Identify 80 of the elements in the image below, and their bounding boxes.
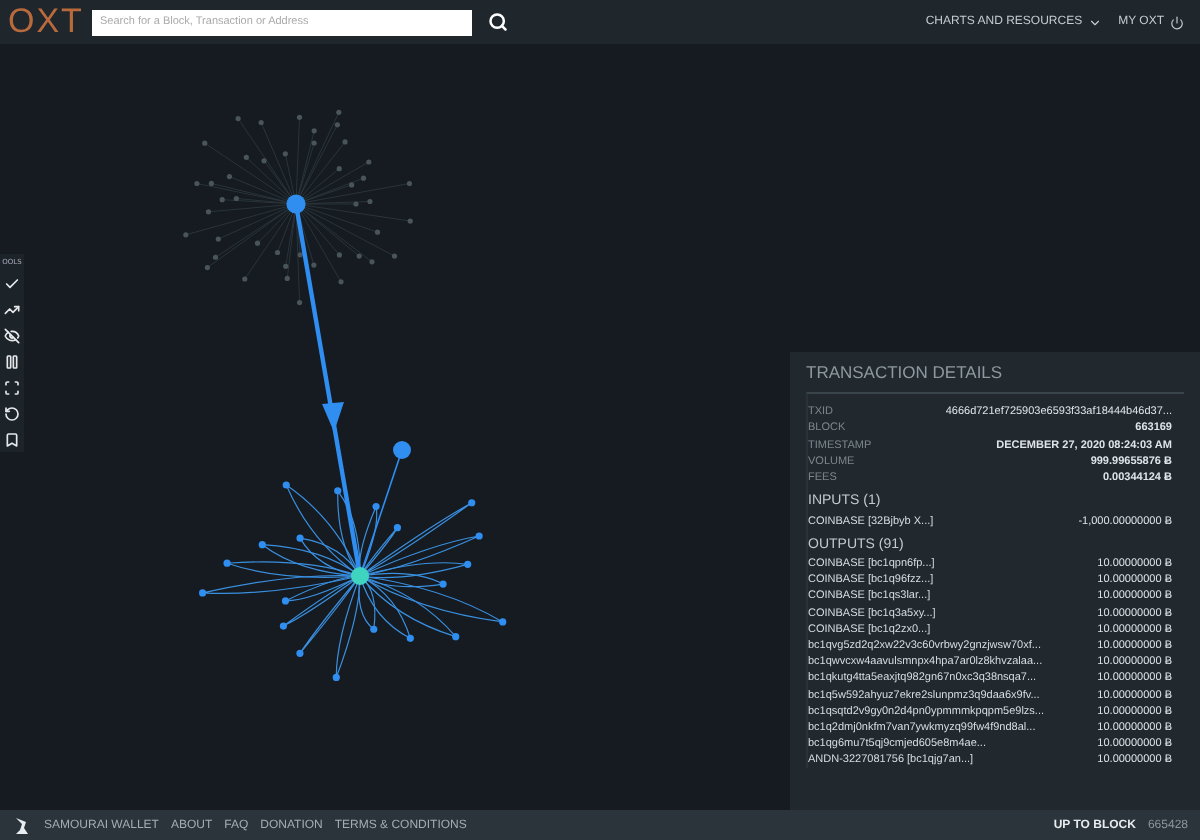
graph-node[interactable]	[407, 218, 413, 224]
graph-node[interactable]	[243, 154, 249, 160]
graph-node[interactable]	[233, 195, 239, 202]
graph-node[interactable]	[296, 649, 304, 657]
graph-node[interactable]	[374, 229, 381, 235]
graph-node[interactable]	[296, 114, 303, 120]
graph-node[interactable]	[281, 597, 290, 605]
graph-node[interactable]	[242, 276, 248, 282]
graph-node[interactable]	[336, 252, 343, 258]
graph-node[interactable]	[284, 275, 290, 282]
graph-node[interactable]	[370, 625, 378, 633]
graph-node[interactable]	[351, 567, 369, 585]
pause-tool-icon[interactable]	[4, 354, 20, 370]
graph-node[interactable]	[468, 499, 476, 507]
graph-node[interactable]	[226, 173, 233, 180]
graph-node[interactable]	[296, 299, 303, 306]
graph-node[interactable]	[338, 279, 344, 285]
power-icon	[1170, 15, 1184, 29]
graph-node[interactable]	[336, 109, 342, 115]
graph-node[interactable]	[336, 166, 342, 172]
graph-node[interactable]	[334, 487, 342, 495]
graph-node[interactable]	[282, 151, 288, 157]
graph-node[interactable]	[311, 140, 317, 146]
graph-node[interactable]	[235, 115, 241, 122]
graph-node[interactable]	[215, 236, 221, 242]
panel-title: TRANSACTION DETAILS	[806, 362, 1005, 382]
graph-node[interactable]	[286, 194, 306, 214]
graph-node[interactable]	[208, 180, 214, 187]
search-icon[interactable]	[488, 12, 508, 32]
graph-node[interactable]	[296, 534, 304, 542]
check-tool-icon[interactable]	[4, 276, 20, 292]
graph-node[interactable]	[499, 618, 507, 626]
graph-node[interactable]	[406, 180, 413, 187]
graph-node[interactable]	[254, 240, 261, 246]
graph-node[interactable]	[223, 559, 231, 567]
graph-node[interactable]	[391, 253, 398, 259]
graph-node[interactable]	[342, 139, 348, 145]
graph-node[interactable]	[311, 128, 317, 134]
graph-node[interactable]	[212, 254, 219, 260]
graph-node[interactable]	[258, 119, 264, 126]
graph-node[interactable]	[258, 541, 266, 549]
graph-node[interactable]	[464, 560, 472, 568]
graph-node[interactable]	[349, 182, 355, 188]
bookmark-tool-icon[interactable]	[4, 432, 20, 448]
graph-node[interactable]	[199, 589, 207, 597]
graph-node[interactable]	[332, 673, 340, 682]
graph-node[interactable]	[372, 502, 380, 511]
graph-node[interactable]	[261, 158, 267, 164]
graph-node[interactable]	[393, 441, 411, 459]
graph-node[interactable]	[204, 265, 210, 271]
graph-node[interactable]	[334, 122, 340, 128]
graph-node[interactable]	[393, 524, 401, 532]
graph-node[interactable]	[283, 263, 289, 269]
graph-node[interactable]	[475, 532, 483, 540]
trend-tool-icon[interactable]	[4, 302, 20, 318]
graph-node[interactable]	[194, 180, 200, 187]
graph-node[interactable]	[219, 197, 225, 203]
graph-node[interactable]	[274, 249, 281, 256]
graph-node[interactable]	[282, 481, 290, 489]
graph-node[interactable]	[366, 159, 372, 165]
caret-icon	[1088, 15, 1103, 29]
samurai-icon	[12, 815, 32, 835]
graph-node[interactable]	[369, 259, 375, 265]
hide-tool-icon[interactable]	[4, 328, 20, 344]
graph-node[interactable]	[439, 580, 447, 588]
graph-node[interactable]	[311, 262, 317, 268]
fit-tool-icon[interactable]	[4, 380, 20, 396]
graph-node[interactable]	[183, 232, 189, 238]
graph-node[interactable]	[353, 201, 359, 207]
graph-node[interactable]	[297, 252, 303, 258]
graph-node[interactable]	[367, 198, 373, 205]
graph-node[interactable]	[360, 175, 367, 181]
graph-node[interactable]	[205, 209, 212, 215]
logo[interactable]: OXT	[8, 2, 76, 42]
graph-node[interactable]	[356, 253, 362, 259]
graph-node[interactable]	[452, 633, 460, 641]
graph-node[interactable]	[279, 622, 287, 630]
undo-tool-icon[interactable]	[4, 406, 20, 422]
graph-node[interactable]	[406, 634, 414, 642]
graph-node[interactable]	[202, 140, 208, 146]
